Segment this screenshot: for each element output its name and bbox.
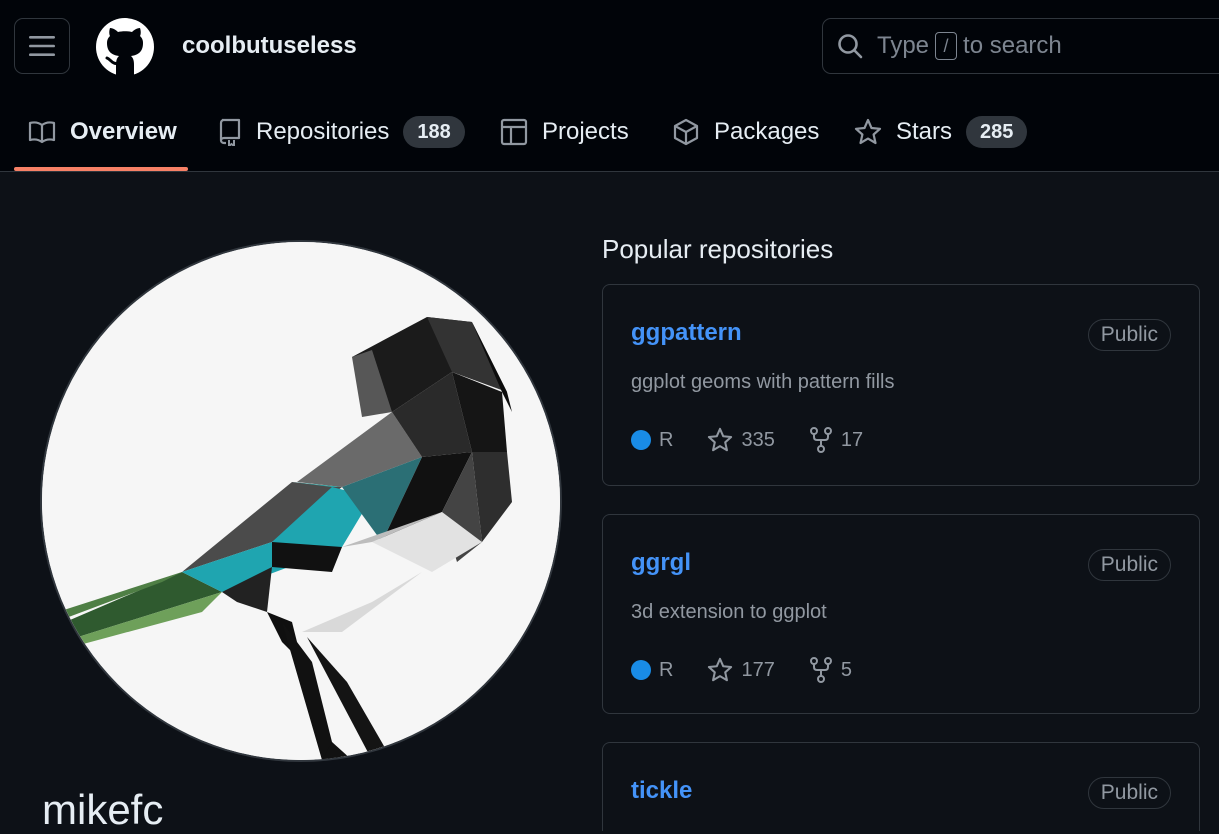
language-name: R [659,428,674,451]
repo-name-link[interactable]: ggpattern [631,319,742,347]
repo-name-link[interactable]: tickle [631,777,692,805]
search-placeholder: Type / to search [877,32,1062,60]
repo-card: ggpattern Public ggplot geoms with patte… [602,284,1200,486]
menu-button[interactable] [14,18,70,74]
profile-display-name: mikefc [42,786,164,833]
tab-packages[interactable]: Packages [672,96,819,168]
search-input[interactable]: Type / to search [822,18,1219,74]
package-icon [673,118,699,146]
fork-icon [809,427,832,453]
popular-repositories-heading: Popular repositories [602,234,834,264]
tab-repositories-label: Repositories [256,118,390,145]
book-icon [28,121,56,144]
search-icon [838,34,863,59]
repo-language: R [631,429,673,452]
tab-overview[interactable]: Overview [28,96,177,168]
tab-overview-label: Overview [70,118,177,145]
magpie-avatar-image [42,242,560,760]
repo-stars-link[interactable]: 177 [707,657,775,683]
search-placeholder-prefix: Type [877,32,930,59]
tab-projects-label: Projects [542,118,629,145]
star-icon [708,657,733,682]
forks-count: 5 [840,658,852,681]
repo-name-link[interactable]: ggrgl [631,549,691,577]
search-shortcut-key: / [935,32,958,60]
tab-projects[interactable]: Projects [500,96,629,168]
language-name: R [659,658,674,681]
stars-count: 335 [741,428,775,451]
visibility-badge: Public [1087,319,1171,351]
active-tab-underline [14,167,188,171]
repo-card: ggrgl Public 3d extension to ggplot R 17… [602,514,1200,714]
language-color-dot [631,660,651,680]
stars-count: 177 [741,658,775,681]
language-color-dot [631,430,651,450]
forks-count: 17 [840,428,864,451]
tab-stars-label: Stars [896,118,953,145]
tab-repositories[interactable]: Repositories 188 [218,96,465,168]
fork-icon [809,657,832,683]
repo-meta: R 335 17 [631,427,897,453]
star-icon [854,118,882,145]
repo-stars-link[interactable]: 335 [707,427,775,453]
avatar[interactable] [42,242,560,760]
tab-stars[interactable]: Stars 285 [854,96,1028,168]
repo-forks-link[interactable]: 5 [809,657,852,683]
repo-card: tickle Public [602,742,1200,831]
visibility-badge: Public [1087,777,1171,809]
repo-description: 3d extension to ggplot [631,601,827,623]
stars-count-badge: 285 [966,116,1028,148]
tab-packages-label: Packages [714,118,820,145]
github-logo-icon[interactable] [96,18,154,76]
search-placeholder-suffix: to search [963,32,1062,59]
repo-language: R [631,659,673,682]
repo-meta: R 177 5 [631,657,886,683]
profile-username[interactable]: coolbutuseless [182,32,357,60]
table-icon [500,118,528,146]
hamburger-icon [29,36,55,56]
star-icon [708,427,733,452]
repo-description: ggplot geoms with pattern fills [631,371,895,393]
top-header: coolbutuseless Type / to search Overview… [0,0,1219,172]
repo-icon [219,118,241,146]
profile-tabs: Overview Repositories 188 Projects Packa… [0,96,1219,172]
visibility-badge: Public [1087,549,1171,581]
repositories-count-badge: 188 [403,116,465,148]
repo-forks-link[interactable]: 17 [809,427,863,453]
